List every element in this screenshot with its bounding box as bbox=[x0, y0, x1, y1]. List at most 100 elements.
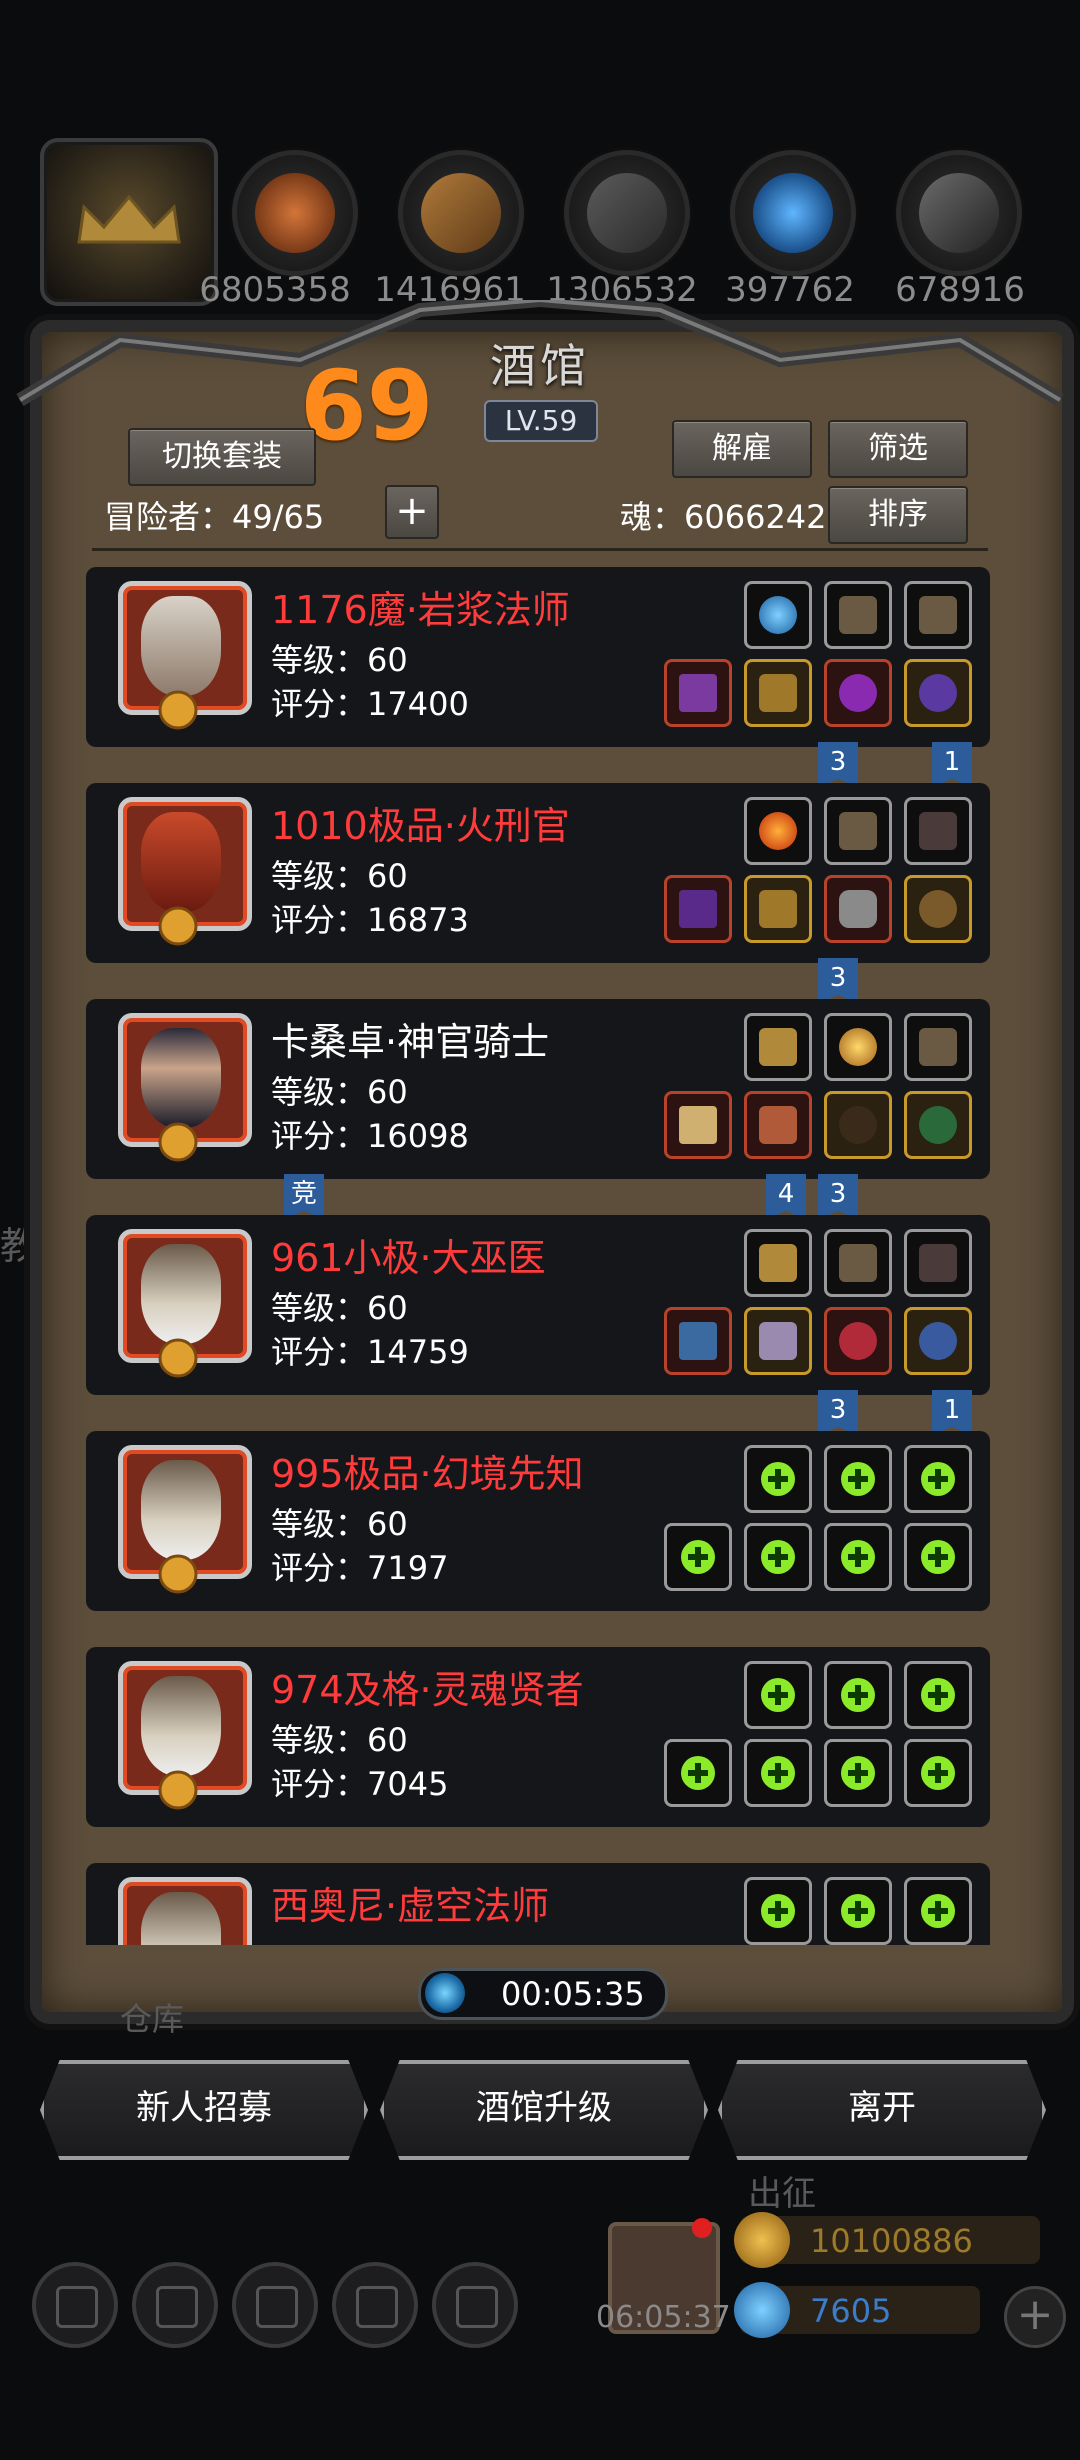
mail-icon[interactable] bbox=[332, 2262, 418, 2348]
empty-slot-plus-icon[interactable] bbox=[824, 1523, 892, 1591]
divider bbox=[92, 548, 988, 551]
enhance-tag: 4 bbox=[766, 1174, 806, 1220]
hero-level: 等级：60 bbox=[271, 1721, 408, 1759]
hero-score: 评分：7197 bbox=[271, 1549, 449, 1587]
wand-equipment-icon[interactable] bbox=[664, 1307, 732, 1375]
hero-card[interactable]: 西奥尼·虚空法师 bbox=[86, 1863, 990, 1945]
empty-slot-plus-icon[interactable] bbox=[744, 1523, 812, 1591]
tavern-level-badge: LV.59 bbox=[484, 400, 598, 442]
enhance-tag: 3 bbox=[818, 1174, 858, 1220]
empty-slot-plus-icon[interactable] bbox=[744, 1661, 812, 1729]
sort-button[interactable]: 排序 bbox=[828, 486, 968, 544]
robe-equipment-icon[interactable] bbox=[744, 1307, 812, 1375]
overlay-number: 69 bbox=[300, 350, 434, 462]
dismiss-button[interactable]: 解雇 bbox=[672, 420, 812, 478]
empty-slot-plus-icon[interactable] bbox=[904, 1661, 972, 1729]
lantern-equipment-icon[interactable] bbox=[824, 1013, 892, 1081]
guild-icon[interactable] bbox=[432, 2262, 518, 2348]
cloak-equipment-icon[interactable] bbox=[904, 797, 972, 865]
hero-level: 等级：60 bbox=[271, 641, 408, 679]
pendant-equipment-icon[interactable] bbox=[904, 659, 972, 727]
armor-equipment-icon[interactable] bbox=[744, 1091, 812, 1159]
empty-slot-plus-icon[interactable] bbox=[664, 1523, 732, 1591]
spider-amulet-equipment-icon[interactable] bbox=[824, 1091, 892, 1159]
ore-icon[interactable] bbox=[232, 150, 358, 276]
hero-list[interactable]: 1176魔·岩浆法师 等级：60 评分：17400 3 1 1010极品·火刑官… bbox=[86, 565, 996, 1945]
empty-slot-plus-icon[interactable] bbox=[664, 1739, 732, 1807]
add-capacity-button[interactable]: + bbox=[385, 485, 439, 539]
boots-equipment-icon[interactable] bbox=[824, 797, 892, 865]
enhance-tag: 3 bbox=[818, 742, 858, 788]
empty-slot-plus-icon[interactable] bbox=[824, 1739, 892, 1807]
empty-slot-plus-icon[interactable] bbox=[744, 1445, 812, 1513]
gold-coin-icon bbox=[734, 2212, 790, 2268]
enhance-tag: 1 bbox=[932, 1390, 972, 1436]
hammer-equipment-icon[interactable] bbox=[664, 1091, 732, 1159]
settings-icon[interactable] bbox=[32, 2262, 118, 2348]
hero-card[interactable]: 961小极·大巫医 等级：60 评分：14759 bbox=[86, 1215, 990, 1395]
armor-equipment-icon[interactable] bbox=[744, 659, 812, 727]
upgrade-tavern-button[interactable]: 酒馆升级 bbox=[380, 2060, 708, 2160]
helmet-equipment-icon[interactable] bbox=[824, 875, 892, 943]
boots-equipment-icon[interactable] bbox=[824, 1229, 892, 1297]
hero-card[interactable]: 1176魔·岩浆法师 等级：60 评分：17400 bbox=[86, 567, 990, 747]
recruit-button[interactable]: 新人招募 bbox=[40, 2060, 368, 2160]
fire-gem-equipment-icon[interactable] bbox=[744, 797, 812, 865]
hero-card[interactable]: 995极品·幻境先知 等级：60 评分：7197 bbox=[86, 1431, 990, 1611]
ranking-icon[interactable] bbox=[232, 2262, 318, 2348]
warehouse-label: 仓库 bbox=[120, 2000, 185, 2038]
amulet-equipment-icon[interactable] bbox=[824, 1307, 892, 1375]
empty-slot-plus-icon[interactable] bbox=[824, 1877, 892, 1945]
staff-equipment-icon[interactable] bbox=[664, 659, 732, 727]
shoulder-equipment-icon[interactable] bbox=[744, 1013, 812, 1081]
empty-slot-plus-icon[interactable] bbox=[824, 1445, 892, 1513]
necklace-equipment-icon[interactable] bbox=[904, 1307, 972, 1375]
steel-icon[interactable] bbox=[896, 150, 1022, 276]
hero-score: 评分：16873 bbox=[271, 901, 469, 939]
notification-dot bbox=[692, 2218, 712, 2238]
switch-set-button[interactable]: 切换套装 bbox=[128, 428, 316, 486]
hero-name: 西奥尼·虚空法师 bbox=[271, 1884, 550, 1928]
boots-equipment-icon[interactable] bbox=[904, 1013, 972, 1081]
empty-slot-plus-icon[interactable] bbox=[904, 1445, 972, 1513]
shield-icon[interactable] bbox=[132, 2262, 218, 2348]
empty-slot-plus-icon[interactable] bbox=[904, 1877, 972, 1945]
hero-card[interactable]: 974及格·灵魂贤者 等级：60 评分：7045 bbox=[86, 1647, 990, 1827]
boots-equipment-icon[interactable] bbox=[824, 581, 892, 649]
empty-slot-plus-icon[interactable] bbox=[904, 1739, 972, 1807]
hero-level: 等级：60 bbox=[271, 1505, 408, 1543]
armor-equipment-icon[interactable] bbox=[744, 875, 812, 943]
crown-icon bbox=[77, 194, 181, 244]
gold-counter: 10100886 bbox=[734, 2212, 1040, 2268]
hero-level: 等级：60 bbox=[271, 1289, 408, 1327]
hero-card[interactable]: 卡桑卓·神官骑士 等级：60 评分：16098 bbox=[86, 999, 990, 1179]
necklace-equipment-icon[interactable] bbox=[904, 1091, 972, 1159]
shoulder-equipment-icon[interactable] bbox=[744, 1229, 812, 1297]
hero-card[interactable]: 1010极品·火刑官 等级：60 评分：16873 bbox=[86, 783, 990, 963]
timer-text: 00:05:35 bbox=[501, 1975, 645, 2013]
hero-score: 评分：17400 bbox=[271, 685, 469, 723]
empty-slot-plus-icon[interactable] bbox=[904, 1523, 972, 1591]
empty-slot-plus-icon[interactable] bbox=[744, 1877, 812, 1945]
amulet-equipment-icon[interactable] bbox=[824, 659, 892, 727]
crystal-icon[interactable] bbox=[730, 150, 856, 276]
empty-slot-plus-icon[interactable] bbox=[824, 1661, 892, 1729]
axe-equipment-icon[interactable] bbox=[664, 875, 732, 943]
empty-slot-plus-icon[interactable] bbox=[744, 1739, 812, 1807]
soul-count: 魂：6066242 bbox=[620, 498, 827, 536]
adventurer-count: 冒险者：49/65 bbox=[104, 498, 325, 536]
boots-equipment-icon[interactable] bbox=[904, 581, 972, 649]
arena-tag: 竞 bbox=[284, 1174, 324, 1220]
hero-score: 评分：7045 bbox=[271, 1765, 449, 1803]
add-currency-icon[interactable]: + bbox=[1004, 2286, 1066, 2348]
iron-icon[interactable] bbox=[564, 150, 690, 276]
orb-equipment-icon[interactable] bbox=[744, 581, 812, 649]
hero-level: 等级：60 bbox=[271, 857, 408, 895]
ring-equipment-icon[interactable] bbox=[904, 875, 972, 943]
wood-icon[interactable] bbox=[398, 150, 524, 276]
recruit-timer: 00:05:35 bbox=[418, 1968, 668, 2020]
cloak-equipment-icon[interactable] bbox=[904, 1229, 972, 1297]
filter-button[interactable]: 筛选 bbox=[828, 420, 968, 478]
rank-badge-icon bbox=[158, 690, 198, 730]
leave-button[interactable]: 离开 bbox=[718, 2060, 1046, 2160]
